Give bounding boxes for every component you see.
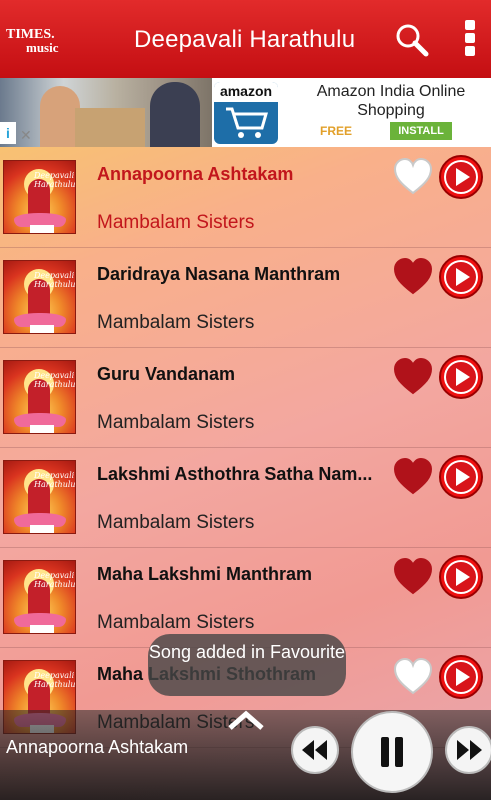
play-icon bbox=[439, 655, 483, 699]
song-title: Daridraya Nasana Manthram bbox=[97, 264, 341, 284]
play-button[interactable] bbox=[438, 554, 484, 600]
album-art-title: Deepavali Harathulu bbox=[34, 171, 76, 189]
amazon-logo: amazon bbox=[214, 82, 278, 144]
favourite-heart-icon[interactable] bbox=[392, 256, 434, 298]
song-title: Annapoorna Ashtakam bbox=[97, 164, 294, 184]
app-title: Deepavali Harathulu bbox=[134, 26, 356, 53]
song-row[interactable]: Deepavali Harathulu Guru Vandanam Mambal… bbox=[0, 348, 491, 448]
play-button[interactable] bbox=[438, 354, 484, 400]
play-icon bbox=[439, 455, 483, 499]
favourite-heart-icon[interactable] bbox=[392, 156, 434, 198]
play-button[interactable] bbox=[438, 654, 484, 700]
ad-info-icon[interactable]: i bbox=[0, 122, 16, 144]
song-artist: Mambalam Sisters bbox=[97, 412, 255, 433]
song-row[interactable]: Deepavali Harathulu Lakshmi Asthothra Sa… bbox=[0, 448, 491, 548]
play-icon bbox=[439, 355, 483, 399]
toast-message: Song added in Favourite bbox=[148, 634, 346, 696]
favourite-heart-icon[interactable] bbox=[392, 656, 434, 698]
album-art-title: Deepavali Harathulu bbox=[34, 671, 76, 689]
fast-forward-icon bbox=[445, 726, 491, 774]
rewind-button[interactable] bbox=[290, 725, 340, 775]
play-icon bbox=[439, 255, 483, 299]
album-art-title: Deepavali Harathulu bbox=[34, 271, 76, 289]
album-art-title: Deepavali Harathulu bbox=[34, 371, 76, 389]
ad-image[interactable] bbox=[0, 78, 212, 147]
album-art-title: Deepavali Harathulu bbox=[34, 571, 76, 589]
song-row[interactable]: Deepavali Harathulu Maha Lakshmi Manthra… bbox=[0, 548, 491, 648]
song-title: Lakshmi Asthothra Satha Nam... bbox=[97, 464, 373, 484]
play-button[interactable] bbox=[438, 454, 484, 500]
song-artist: Mambalam Sisters bbox=[97, 312, 255, 333]
search-icon[interactable] bbox=[394, 22, 430, 58]
overflow-menu-icon[interactable] bbox=[460, 18, 480, 60]
pause-button[interactable] bbox=[350, 710, 434, 794]
album-art-thumbnail: Deepavali Harathulu bbox=[3, 560, 76, 634]
album-art-thumbnail: Deepavali Harathulu bbox=[3, 360, 76, 434]
ad-title: Amazon India Online Shopping bbox=[316, 83, 466, 119]
song-title: Guru Vandanam bbox=[97, 364, 236, 384]
album-art-thumbnail: Deepavali Harathulu bbox=[3, 260, 76, 334]
now-playing-title: Annapoorna Ashtakam bbox=[6, 737, 189, 757]
fast-forward-button[interactable] bbox=[444, 725, 491, 775]
song-artist: Mambalam Sisters bbox=[97, 512, 255, 533]
chevron-up-icon[interactable] bbox=[226, 706, 266, 734]
app-bar: TIMES. music Deepavali Harathulu bbox=[0, 0, 491, 78]
amazon-wordmark: amazon bbox=[214, 82, 278, 102]
song-artist: Mambalam Sisters bbox=[97, 212, 255, 233]
song-title: Maha Lakshmi Manthram bbox=[97, 564, 313, 584]
favourite-heart-icon[interactable] bbox=[392, 556, 434, 598]
ad-install-button[interactable]: INSTALL bbox=[390, 122, 452, 140]
album-art-thumbnail: Deepavali Harathulu bbox=[3, 160, 76, 234]
play-button[interactable] bbox=[438, 154, 484, 200]
song-artist: Mambalam Sisters bbox=[97, 612, 255, 633]
ad-close-icon[interactable]: ✕ bbox=[20, 127, 32, 144]
song-row[interactable]: Deepavali Harathulu Daridraya Nasana Man… bbox=[0, 248, 491, 348]
logo-line2: music bbox=[26, 40, 59, 55]
pause-icon bbox=[351, 711, 433, 793]
times-music-logo: TIMES. music bbox=[6, 28, 68, 55]
play-icon bbox=[439, 155, 483, 199]
ad-free-label: FREE bbox=[320, 124, 353, 138]
favourite-heart-icon[interactable] bbox=[392, 356, 434, 398]
favourite-heart-icon[interactable] bbox=[392, 456, 434, 498]
rewind-icon bbox=[291, 726, 339, 774]
album-art-title: Deepavali Harathulu bbox=[34, 471, 76, 489]
play-icon bbox=[439, 555, 483, 599]
shopping-cart-icon bbox=[226, 107, 268, 138]
play-button[interactable] bbox=[438, 254, 484, 300]
song-row[interactable]: Deepavali Harathulu Annapoorna Ashtakam … bbox=[0, 148, 491, 248]
album-art-thumbnail: Deepavali Harathulu bbox=[3, 460, 76, 534]
